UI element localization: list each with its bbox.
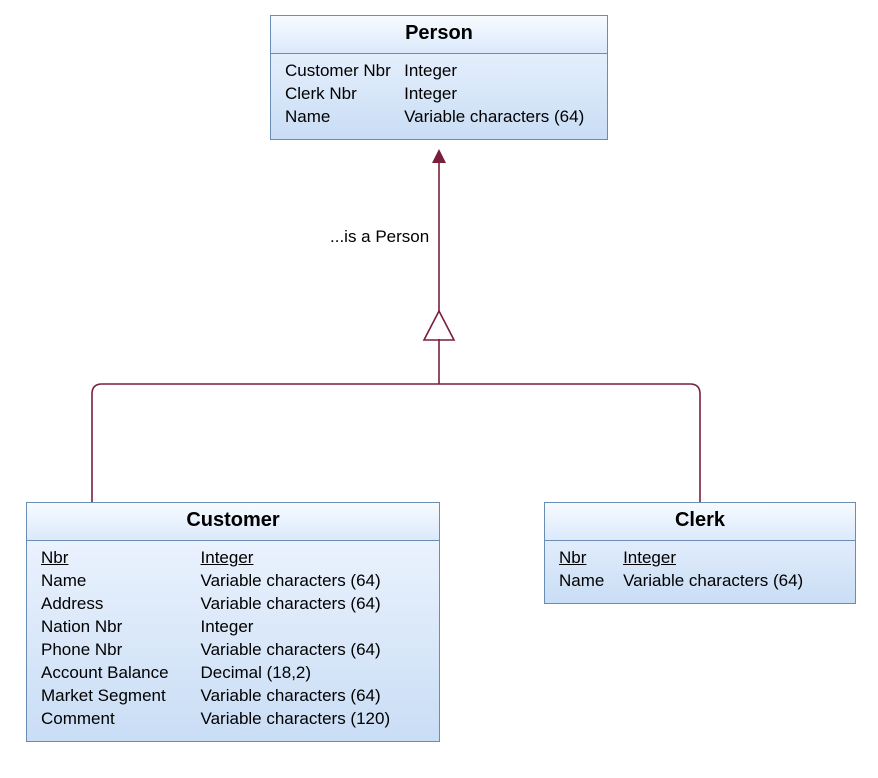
attr-type: Variable characters (64) (197, 639, 429, 662)
attr-type: Integer (197, 616, 429, 639)
entity-person-title: Person (271, 16, 607, 54)
attr-row: Address Variable characters (64) (37, 593, 429, 616)
entity-person: Person Customer Nbr Integer Clerk Nbr In… (270, 15, 608, 140)
attr-type: Variable characters (64) (400, 106, 597, 129)
attr-name: Name (555, 570, 619, 593)
attr-type: Variable characters (64) (197, 570, 429, 593)
attr-row: Name Variable characters (64) (555, 570, 845, 593)
attr-type: Variable characters (120) (197, 708, 429, 731)
attr-name: Address (37, 593, 197, 616)
attr-name: Comment (37, 708, 197, 731)
entity-clerk-title: Clerk (545, 503, 855, 541)
entity-clerk-body: Nbr Integer Name Variable characters (64… (545, 541, 855, 603)
attr-name: Nbr (37, 547, 197, 570)
attr-name: Name (37, 570, 197, 593)
attr-row: Name Variable characters (64) (281, 106, 597, 129)
inheritance-label: ...is a Person (330, 227, 429, 247)
entity-customer-body: Nbr Integer Name Variable characters (64… (27, 541, 439, 741)
attr-type: Variable characters (64) (197, 685, 429, 708)
attr-row: Account Balance Decimal (18,2) (37, 662, 429, 685)
attr-row: Nation Nbr Integer (37, 616, 429, 639)
attr-type: Integer (400, 60, 597, 83)
attr-type: Integer (619, 547, 845, 570)
attr-name: Nation Nbr (37, 616, 197, 639)
entity-clerk: Clerk Nbr Integer Name Variable characte… (544, 502, 856, 604)
attr-row: Nbr Integer (555, 547, 845, 570)
attr-row: Comment Variable characters (120) (37, 708, 429, 731)
attr-name: Customer Nbr (281, 60, 400, 83)
entity-customer: Customer Nbr Integer Name Variable chara… (26, 502, 440, 742)
attr-row: Phone Nbr Variable characters (64) (37, 639, 429, 662)
attr-name: Nbr (555, 547, 619, 570)
attr-type: Integer (400, 83, 597, 106)
attr-name: Account Balance (37, 662, 197, 685)
attr-type: Integer (197, 547, 429, 570)
attr-type: Decimal (18,2) (197, 662, 429, 685)
attr-type: Variable characters (64) (197, 593, 429, 616)
entity-person-body: Customer Nbr Integer Clerk Nbr Integer N… (271, 54, 607, 139)
attr-row: Nbr Integer (37, 547, 429, 570)
attr-name: Market Segment (37, 685, 197, 708)
attr-row: Name Variable characters (64) (37, 570, 429, 593)
attr-row: Clerk Nbr Integer (281, 83, 597, 106)
attr-row: Market Segment Variable characters (64) (37, 685, 429, 708)
attr-type: Variable characters (64) (619, 570, 845, 593)
attr-row: Customer Nbr Integer (281, 60, 597, 83)
attr-name: Clerk Nbr (281, 83, 400, 106)
attr-name: Name (281, 106, 400, 129)
attr-name: Phone Nbr (37, 639, 197, 662)
entity-customer-title: Customer (27, 503, 439, 541)
